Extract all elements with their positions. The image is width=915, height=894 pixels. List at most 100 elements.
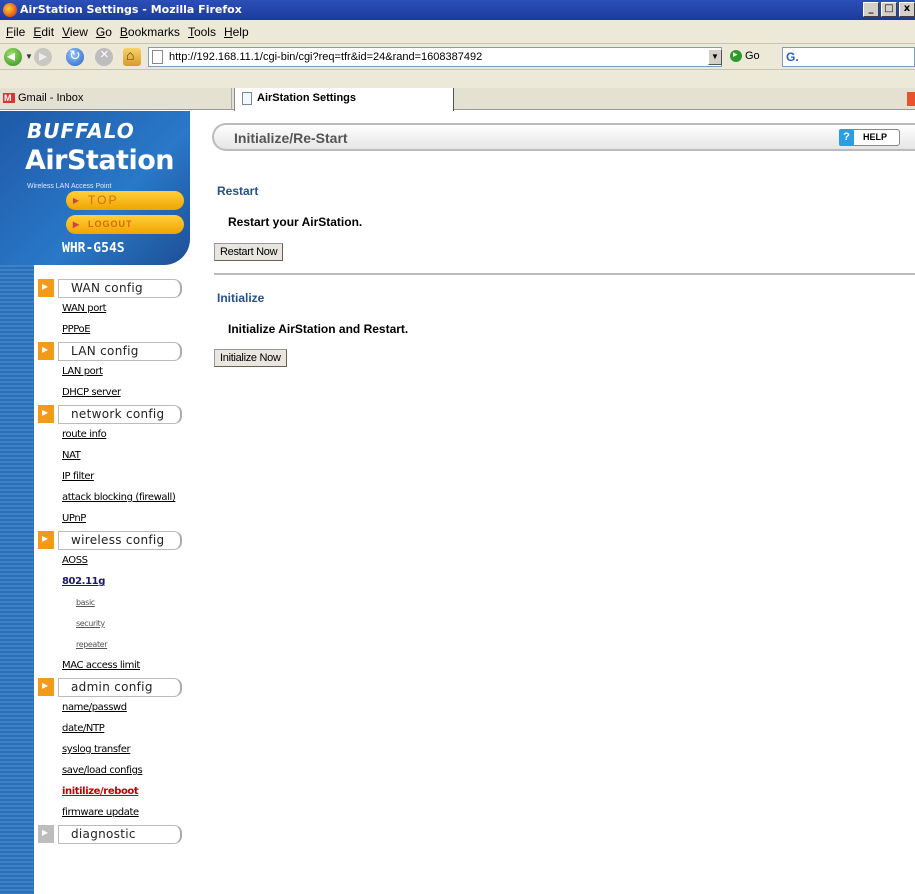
section-wireless-config[interactable]: wireless config [38, 530, 190, 550]
link-aoss[interactable]: AOSS [38, 550, 190, 571]
window-controls: _ □ x [863, 2, 915, 17]
link-pppoe[interactable]: PPPoE [38, 319, 190, 340]
search-input[interactable]: G. [782, 47, 915, 67]
navigation-toolbar: ▼ http://192.168.11.1/cgi-bin/cgi?req=tf… [0, 44, 915, 70]
link-80211g[interactable]: 802.11g [38, 571, 190, 592]
initialize-heading: Initialize [217, 291, 265, 305]
go-arrow-icon [730, 50, 742, 62]
section-label: WAN config [58, 279, 182, 298]
logout-button[interactable]: LOGOUT [66, 215, 184, 234]
link-mac-access-limit[interactable]: MAC access limit [38, 655, 190, 676]
address-bar[interactable]: http://192.168.11.1/cgi-bin/cgi?req=tfr&… [148, 47, 722, 67]
help-button[interactable]: ? HELP [839, 129, 900, 146]
go-label: Go [745, 50, 760, 62]
link-save-load-configs[interactable]: save/load configs [38, 760, 190, 781]
arrow-icon [38, 405, 54, 423]
config-menu: WAN config WAN port PPPoE LAN config LAN… [38, 277, 190, 844]
stop-icon[interactable] [95, 46, 113, 66]
link-ip-filter[interactable]: IP filter [38, 466, 190, 487]
page-title: Initialize/Re-Start [234, 130, 348, 146]
google-search-icon: G. [786, 50, 799, 64]
tab-label: Gmail - Inbox [18, 92, 84, 104]
top-button[interactable]: TOP [66, 191, 184, 210]
close-tab-icon[interactable] [907, 92, 915, 106]
tab-label: AirStation Settings [257, 92, 357, 104]
restart-heading: Restart [217, 184, 259, 198]
link-dhcp-server[interactable]: DHCP server [38, 382, 190, 403]
arrow-icon [38, 825, 54, 843]
tab-gmail-inbox[interactable]: Gmail - Inbox [0, 88, 232, 110]
section-label: LAN config [58, 342, 182, 361]
forward-arrow-icon[interactable] [34, 46, 52, 66]
arrow-icon [38, 531, 54, 549]
link-basic[interactable]: basic [38, 592, 190, 613]
section-lan-config[interactable]: LAN config [38, 341, 190, 361]
link-lan-port[interactable]: LAN port [38, 361, 190, 382]
section-divider [214, 273, 915, 275]
link-wan-port[interactable]: WAN port [38, 298, 190, 319]
initialize-now-button[interactable]: Initialize Now [214, 349, 287, 367]
brand-logo: BUFFALO [27, 119, 135, 143]
sidebar-header: BUFFALO AirStation Wireless LAN Access P… [0, 111, 190, 265]
arrow-icon [38, 279, 54, 297]
menu-file[interactable]: File [2, 25, 29, 39]
back-dropdown-icon[interactable]: ▼ [25, 52, 33, 61]
tagline: Wireless LAN Access Point [27, 183, 112, 190]
link-syslog-transfer[interactable]: syslog transfer [38, 739, 190, 760]
link-repeater[interactable]: repeater [38, 634, 190, 655]
section-label: network config [58, 405, 182, 424]
menu-help[interactable]: Help [220, 25, 253, 39]
restart-now-button[interactable]: Restart Now [214, 243, 284, 261]
document-icon [242, 92, 252, 105]
menu-go[interactable]: Go [92, 25, 116, 39]
help-label: HELP [863, 132, 888, 142]
page-icon [152, 50, 163, 64]
model-name: WHR-G54S [62, 241, 125, 256]
product-logo: AirStation [25, 145, 174, 176]
help-question-icon: ? [839, 129, 854, 146]
link-security[interactable]: security [38, 613, 190, 634]
menu-edit[interactable]: Edit [29, 25, 58, 39]
menu-tools[interactable]: Tools [184, 25, 220, 39]
menu-view[interactable]: View [58, 25, 92, 39]
link-upnp[interactable]: UPnP [38, 508, 190, 529]
close-window-button[interactable]: x [899, 2, 915, 17]
section-label: diagnostic [58, 825, 182, 844]
link-firmware-update[interactable]: firmware update [38, 802, 190, 823]
maximize-button[interactable]: □ [881, 2, 897, 17]
section-wan-config[interactable]: WAN config [38, 278, 190, 298]
menu-bar: File Edit View Go Bookmarks Tools Help [0, 20, 915, 44]
window-title: AirStation Settings - Mozilla Firefox [20, 3, 242, 16]
window-title-bar: AirStation Settings - Mozilla Firefox _ … [0, 0, 915, 20]
link-attack-blocking[interactable]: attack blocking (firewall) [38, 487, 190, 508]
section-label: wireless config [58, 531, 182, 550]
initialize-description: Initialize AirStation and Restart. [228, 322, 409, 336]
menu-bookmarks[interactable]: Bookmarks [116, 25, 184, 39]
gmail-icon [3, 88, 15, 109]
url-dropdown-icon[interactable]: ▼ [708, 49, 722, 65]
minimize-button[interactable]: _ [863, 2, 879, 17]
section-diagnostic[interactable]: diagnostic [38, 824, 190, 844]
section-label: admin config [58, 678, 182, 697]
section-admin-config[interactable]: admin config [38, 677, 190, 697]
reload-icon[interactable] [66, 47, 84, 66]
section-network-config[interactable]: network config [38, 404, 190, 424]
arrow-icon [38, 678, 54, 696]
tab-airstation-settings[interactable]: AirStation Settings [234, 88, 454, 111]
url-text: http://192.168.11.1/cgi-bin/cgi?req=tfr&… [169, 51, 483, 63]
home-icon[interactable] [123, 47, 141, 66]
tab-bar: Gmail - Inbox AirStation Settings [0, 70, 915, 111]
firefox-icon [3, 3, 17, 17]
link-route-info[interactable]: route info [38, 424, 190, 445]
link-nat[interactable]: NAT [38, 445, 190, 466]
sidebar: BUFFALO AirStation Wireless LAN Access P… [0, 111, 190, 894]
link-date-ntp[interactable]: date/NTP [38, 718, 190, 739]
page-header: Initialize/Re-Start ? HELP [212, 123, 915, 151]
link-initialize-reboot[interactable]: initilize/reboot [38, 781, 190, 802]
restart-description: Restart your AirStation. [228, 215, 363, 229]
arrow-icon [38, 342, 54, 360]
main-content: Initialize/Re-Start ? HELP Restart Resta… [190, 111, 915, 894]
back-arrow-icon[interactable] [4, 46, 22, 66]
go-button[interactable]: Go [730, 50, 760, 62]
link-name-passwd[interactable]: name/passwd [38, 697, 190, 718]
